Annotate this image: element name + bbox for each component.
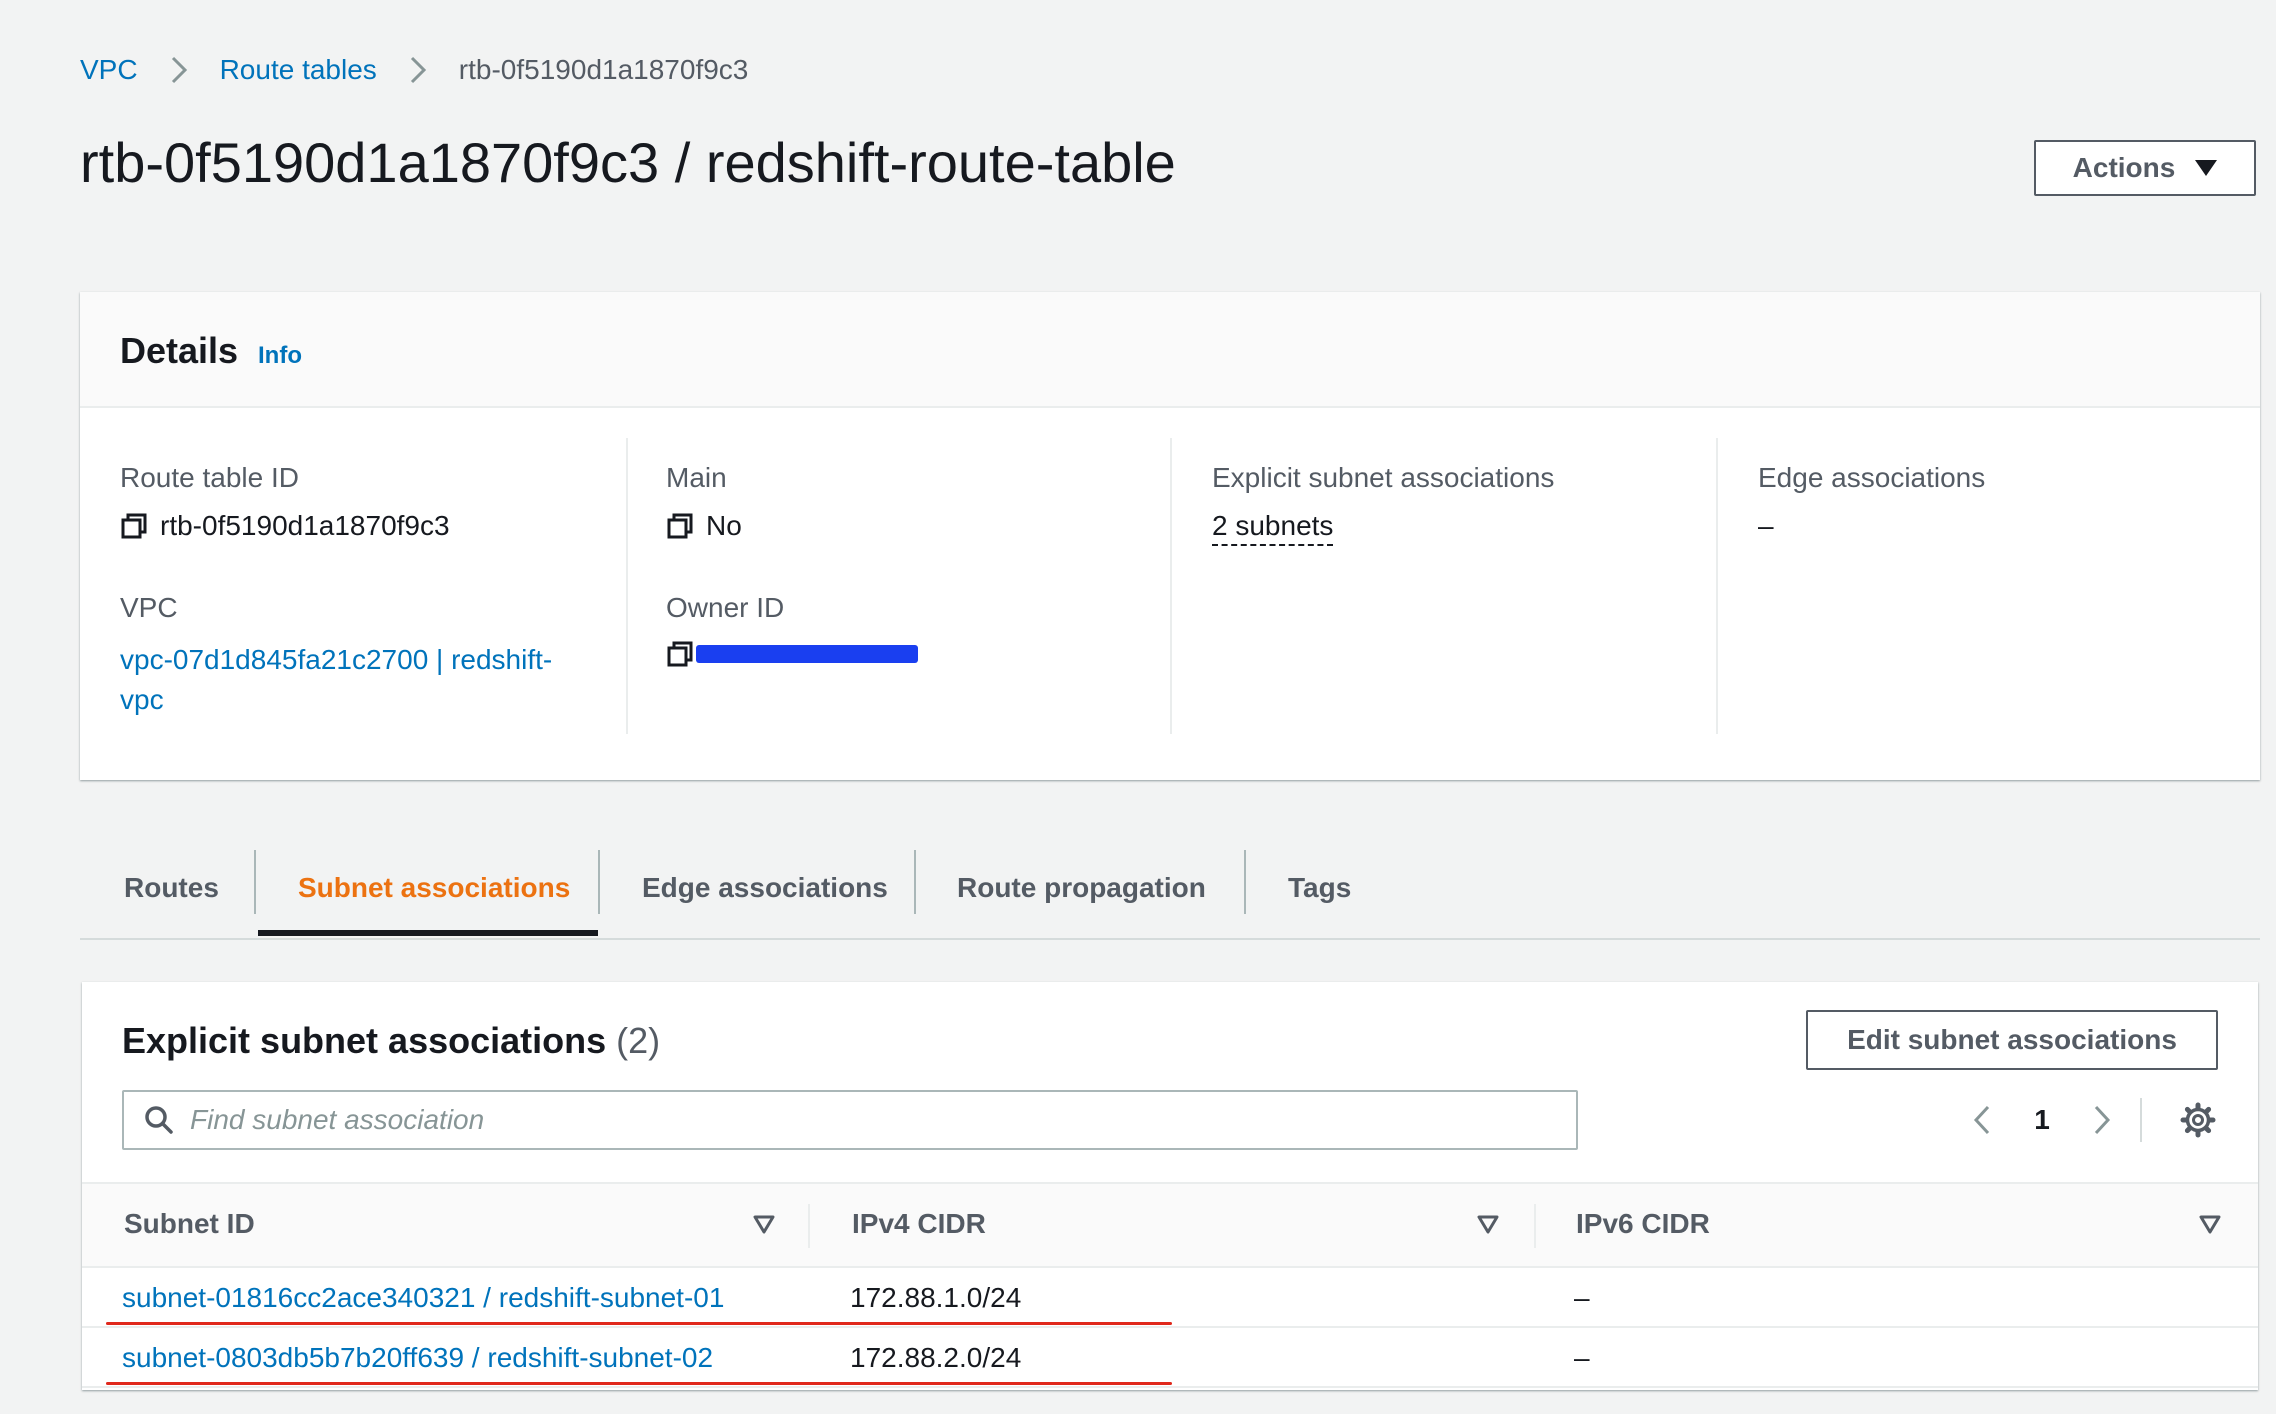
info-link[interactable]: Info [258, 342, 302, 370]
column-divider [1534, 1204, 1536, 1248]
main-label: Main [666, 462, 727, 493]
subnet-associations-panel: Explicit subnet associations (2) Edit su… [82, 982, 2258, 1390]
vpc-label: VPC [120, 592, 178, 623]
tab-divider [598, 850, 600, 914]
route-table-id-value: rtb-0f5190d1a1870f9c3 [120, 510, 450, 542]
details-title: Details [120, 330, 239, 371]
redacted-owner-id [696, 645, 918, 663]
subnet-link[interactable]: subnet-0803db5b7b20ff639 / redshift-subn… [122, 1342, 713, 1374]
breadcrumb: VPC Route tables rtb-0f5190d1a1870f9c3 [80, 50, 748, 90]
tab-divider [914, 850, 916, 914]
sort-icon[interactable] [2198, 1212, 2222, 1236]
tab-divider [1244, 850, 1246, 914]
subnet-link[interactable]: subnet-01816cc2ace340321 / redshift-subn… [122, 1282, 724, 1314]
breadcrumb-current: rtb-0f5190d1a1870f9c3 [458, 54, 749, 85]
chevron-right-icon [405, 56, 431, 84]
annotation-underline [106, 1322, 1172, 1325]
main-value-text: No [706, 510, 742, 541]
actions-label: Actions [2072, 152, 2176, 183]
column-divider [1170, 438, 1172, 734]
breadcrumb-route-tables-link[interactable]: Route tables [220, 54, 377, 86]
owner-id-label: Owner ID [666, 592, 785, 623]
owner-id-value [666, 640, 918, 668]
breadcrumb-vpc-link[interactable]: VPC [80, 54, 138, 86]
ipv4-cidr-cell: 172.88.2.0/24 [850, 1342, 1022, 1373]
table-header: Subnet ID IPv4 CIDR IPv6 CIDR [82, 1182, 2258, 1268]
tab-route-propagation[interactable]: Route propagation [957, 838, 1206, 938]
ipv6-cidr-cell: – [1574, 1342, 1590, 1373]
actions-button[interactable]: Actions [2034, 140, 2256, 196]
main-value: No [666, 510, 742, 542]
vpc-link-line1: vpc-07d1d845fa21c2700 | redshift- [120, 644, 553, 675]
sort-icon[interactable] [752, 1212, 776, 1236]
column-header-ipv6-cidr[interactable]: IPv6 CIDR [1576, 1208, 1710, 1240]
edge-associations-value: – [1758, 510, 1774, 541]
details-header: Details Info [80, 292, 2260, 408]
edge-associations-label: Edge associations [1758, 462, 1986, 493]
table-row[interactable]: subnet-0803db5b7b20ff639 / redshift-subn… [82, 1328, 2258, 1388]
section-count: (2) [616, 1020, 661, 1061]
route-table-id-label: Route table ID [120, 462, 299, 493]
tab-tags[interactable]: Tags [1288, 838, 1351, 938]
search-icon [145, 1106, 173, 1134]
ipv6-cidr-cell: – [1574, 1282, 1590, 1313]
explicit-subnet-associations-value[interactable]: 2 subnets [1212, 510, 1334, 546]
tab-bar: Routes Subnet associations Edge associat… [80, 838, 2260, 940]
tab-divider [254, 850, 256, 914]
vpc-link-line2: vpc [120, 684, 164, 715]
page-title: rtb-0f5190d1a1870f9c3 / redshift-route-t… [80, 131, 1176, 194]
tab-subnet-associations[interactable]: Subnet associations [298, 838, 570, 938]
caret-down-icon [2195, 160, 2218, 176]
copy-icon[interactable] [666, 640, 694, 668]
column-divider [1716, 438, 1718, 734]
section-title-text: Explicit subnet associations [122, 1020, 607, 1061]
column-divider [626, 438, 628, 734]
search-input[interactable] [188, 1103, 1492, 1137]
ipv4-cidr-cell: 172.88.1.0/24 [850, 1282, 1022, 1313]
copy-icon[interactable] [120, 512, 148, 540]
active-tab-indicator [258, 930, 598, 936]
pager-divider [2140, 1098, 2142, 1142]
sort-icon[interactable] [1476, 1212, 1500, 1236]
vpc-link[interactable]: vpc-07d1d845fa21c2700 | redshift- vpc [120, 640, 552, 720]
column-header-subnet-id[interactable]: Subnet ID [124, 1208, 255, 1240]
explicit-subnet-associations-label: Explicit subnet associations [1212, 462, 1555, 493]
column-header-ipv4-cidr[interactable]: IPv4 CIDR [852, 1208, 986, 1240]
subnets-count-link[interactable]: 2 subnets [1212, 510, 1334, 546]
next-page-icon[interactable] [2082, 1098, 2122, 1142]
copy-icon[interactable] [666, 512, 694, 540]
edit-subnet-associations-button[interactable]: Edit subnet associations [1806, 1010, 2218, 1070]
annotation-underline [106, 1382, 1172, 1385]
search-field[interactable] [122, 1090, 1578, 1150]
column-divider [808, 1204, 810, 1248]
tab-edge-associations[interactable]: Edge associations [642, 838, 888, 938]
chevron-right-icon [166, 56, 192, 84]
route-table-id-text: rtb-0f5190d1a1870f9c3 [160, 510, 450, 541]
page-number[interactable]: 1 [2022, 1098, 2062, 1142]
table-row[interactable]: subnet-01816cc2ace340321 / redshift-subn… [82, 1268, 2258, 1328]
previous-page-icon[interactable] [1962, 1098, 2002, 1142]
tab-routes[interactable]: Routes [124, 838, 219, 938]
section-title: Explicit subnet associations (2) [122, 1020, 660, 1062]
settings-gear-icon[interactable] [2176, 1098, 2220, 1142]
details-panel: Details Info Route table ID rtb-0f5190d1… [80, 292, 2260, 780]
